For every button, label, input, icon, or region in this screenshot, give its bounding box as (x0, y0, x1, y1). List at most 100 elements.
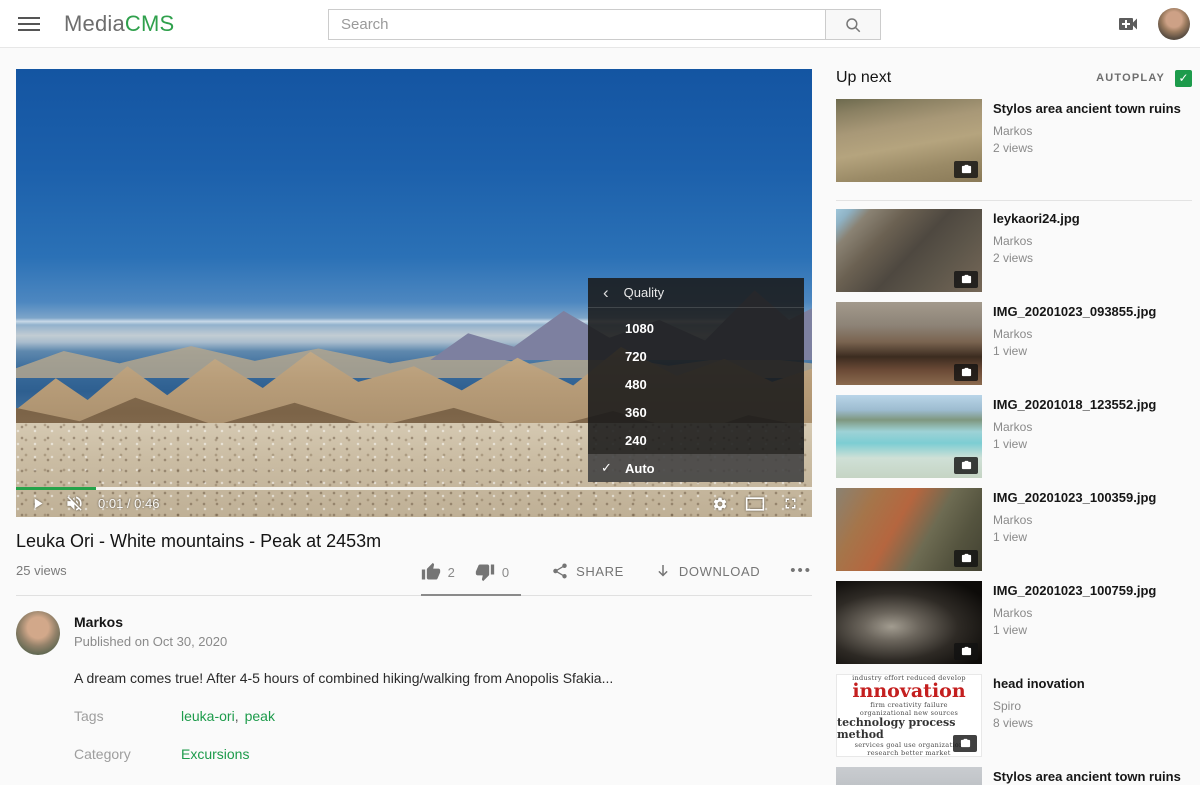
autoplay-label: AUTOPLAY (1096, 72, 1165, 84)
item-title: leykaori24.jpg (993, 210, 1080, 227)
fullscreen-button[interactable] (782, 495, 799, 512)
upnext-item-4[interactable]: IMG_20201018_123552.jpg Markos 1 view (836, 395, 1192, 478)
tag-separator: , (235, 708, 239, 724)
item-views: 1 view (993, 344, 1156, 358)
player-controls: 0:01 / 0:46 (16, 490, 812, 517)
author-avatar[interactable] (16, 611, 60, 655)
item-title: IMG_20201023_100359.jpg (993, 489, 1156, 506)
quality-menu-title: Quality (624, 285, 664, 300)
camera-icon (961, 460, 972, 471)
cloud-line: firm creativity failure (870, 701, 948, 709)
page-content: ‹ Quality 1080 720 480 360 240 ✓ Auto (0, 48, 1200, 785)
sidebar-header: Up next AUTOPLAY ✓ (836, 69, 1192, 87)
quality-menu-header[interactable]: ‹ Quality (588, 278, 804, 308)
thumbnail (836, 395, 982, 478)
upnext-item-7[interactable]: industry effort reduced develop innovati… (836, 674, 1192, 757)
tag-link-peak[interactable]: peak (245, 708, 275, 724)
logo-cms: CMS (125, 11, 175, 36)
share-button[interactable]: SHARE (551, 562, 624, 580)
category-row: Category Excursions (74, 746, 812, 762)
sidebar-divider (836, 200, 1192, 201)
item-title: IMG_20201023_093855.jpg (993, 303, 1156, 320)
stats-row: 25 views 2 0 (16, 562, 812, 596)
item-title: head inovation (993, 675, 1085, 692)
search-icon (844, 16, 862, 34)
media-description: A dream comes true! After 4-5 hours of c… (74, 670, 812, 686)
menu-hamburger-icon[interactable] (18, 13, 40, 35)
item-views: 1 view (993, 530, 1156, 544)
author-name[interactable]: Markos (74, 614, 227, 630)
thumbnail-word-cloud: industry effort reduced develop innovati… (836, 674, 982, 757)
item-title: IMG_20201023_100759.jpg (993, 582, 1156, 599)
item-author: Markos (993, 327, 1156, 341)
upnext-item-8[interactable]: Stylos area ancient town ruins (836, 767, 1192, 785)
video-player[interactable]: ‹ Quality 1080 720 480 360 240 ✓ Auto (16, 69, 812, 517)
media-type-badge (954, 364, 978, 381)
tags-row: Tags leuka-ori,peak (74, 708, 812, 724)
upnext-item-2[interactable]: leykaori24.jpg Markos 2 views (836, 209, 1192, 292)
upnext-item-3[interactable]: IMG_20201023_093855.jpg Markos 1 view (836, 302, 1192, 385)
cloud-line: research better market (867, 749, 950, 757)
quality-option-auto-selected[interactable]: ✓ Auto (588, 454, 804, 482)
view-count: 25 views (16, 563, 421, 595)
quality-menu: ‹ Quality 1080 720 480 360 240 ✓ Auto (588, 278, 804, 482)
quality-option-480[interactable]: 480 (588, 370, 804, 398)
cloud-main-word: innovation (852, 682, 965, 701)
dislike-button[interactable]: 0 (475, 562, 509, 582)
thumbnail (836, 767, 982, 785)
item-views: 2 views (993, 141, 1181, 155)
search-button[interactable] (826, 9, 881, 40)
category-link[interactable]: Excursions (181, 746, 249, 762)
media-type-badge (954, 643, 978, 660)
thumbnail (836, 488, 982, 571)
upnext-item-1[interactable]: Stylos area ancient town ruins Markos 2 … (836, 99, 1192, 182)
camera-icon (961, 553, 972, 564)
quality-option-1080[interactable]: 1080 (588, 314, 804, 342)
main-column: ‹ Quality 1080 720 480 360 240 ✓ Auto (16, 69, 812, 785)
upload-media-button[interactable] (1116, 13, 1142, 35)
thumbs-up-icon (421, 562, 441, 582)
media-type-badge (954, 271, 978, 288)
theater-mode-button[interactable] (745, 496, 765, 512)
media-title: Leuka Ori - White mountains - Peak at 24… (16, 531, 812, 552)
time-display: 0:01 / 0:46 (98, 496, 159, 511)
logo[interactable]: MediaCMS (64, 11, 174, 37)
play-button[interactable] (29, 495, 46, 512)
settings-gear-button[interactable] (712, 496, 728, 512)
item-title: IMG_20201018_123552.jpg (993, 396, 1156, 413)
cloud-line: services goal use organization (855, 741, 964, 749)
video-upload-icon (1116, 12, 1140, 36)
download-icon (654, 562, 672, 580)
media-type-badge (954, 161, 978, 178)
camera-icon (961, 367, 972, 378)
quality-option-360[interactable]: 360 (588, 398, 804, 426)
like-button[interactable]: 2 (421, 562, 455, 582)
thumbnail (836, 99, 982, 182)
camera-icon (961, 164, 972, 175)
mute-button[interactable] (65, 494, 84, 513)
item-views: 2 views (993, 251, 1080, 265)
item-author: Markos (993, 124, 1181, 138)
more-actions-button[interactable]: ••• (790, 562, 812, 585)
search-input[interactable] (328, 9, 826, 40)
item-title: Stylos area ancient town ruins (993, 100, 1181, 117)
top-bar: MediaCMS (0, 0, 1200, 48)
upnext-item-5[interactable]: IMG_20201023_100359.jpg Markos 1 view (836, 488, 1192, 571)
camera-icon (961, 274, 972, 285)
download-button[interactable]: DOWNLOAD (654, 562, 760, 580)
publish-date: Published on Oct 30, 2020 (74, 634, 227, 649)
user-avatar[interactable] (1158, 8, 1190, 40)
item-views: 1 view (993, 437, 1156, 451)
media-type-badge (954, 457, 978, 474)
autoplay-checkbox[interactable]: ✓ (1175, 70, 1192, 87)
quality-option-auto-label: Auto (625, 461, 655, 476)
upnext-item-6[interactable]: IMG_20201023_100759.jpg Markos 1 view (836, 581, 1192, 664)
thumbnail (836, 581, 982, 664)
up-next-sidebar: Up next AUTOPLAY ✓ Stylos area ancient t… (836, 69, 1192, 785)
item-author: Markos (993, 234, 1080, 248)
item-author: Markos (993, 606, 1156, 620)
quality-option-720[interactable]: 720 (588, 342, 804, 370)
search-bar (328, 9, 881, 40)
quality-option-240[interactable]: 240 (588, 426, 804, 454)
tag-link-leuka-ori[interactable]: leuka-ori (181, 708, 235, 724)
